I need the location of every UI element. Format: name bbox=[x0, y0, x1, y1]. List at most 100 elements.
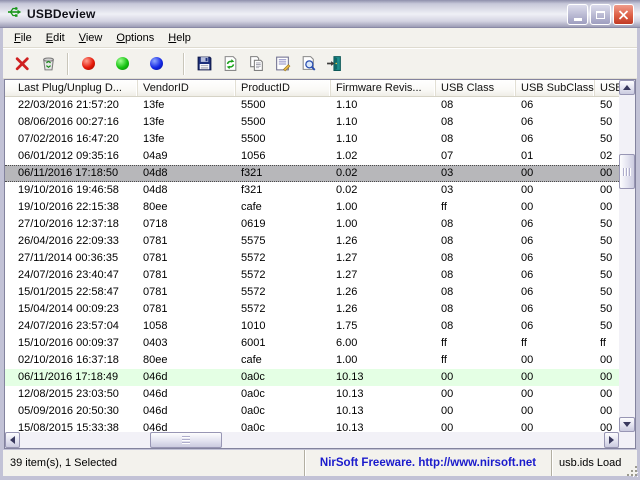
green-ball-button[interactable] bbox=[109, 51, 135, 77]
table-row[interactable]: 24/07/2016 23:40:47078155721.27080650 bbox=[5, 267, 619, 284]
table-cell: 08 bbox=[436, 318, 516, 335]
scroll-up-button[interactable] bbox=[619, 80, 635, 95]
table-cell: 00 bbox=[595, 386, 619, 403]
table-cell: 10.13 bbox=[331, 420, 436, 432]
toolbar-separator bbox=[183, 53, 185, 75]
properties-button[interactable] bbox=[269, 51, 295, 77]
refresh-button[interactable] bbox=[217, 51, 243, 77]
table-cell: 07/02/2016 16:47:20 bbox=[5, 131, 138, 148]
table-row[interactable]: 27/11/2014 00:36:35078155721.27080650 bbox=[5, 250, 619, 267]
table-cell: 06 bbox=[516, 267, 595, 284]
table-cell: 1058 bbox=[138, 318, 236, 335]
menu-edit[interactable]: Edit bbox=[39, 30, 72, 46]
table-row[interactable]: 06/11/2016 17:18:5004d8f3210.02030000 bbox=[5, 165, 619, 182]
table-row[interactable]: 05/09/2016 20:50:30046d0a0c10.13000000 bbox=[5, 403, 619, 420]
horizontal-scrollbar[interactable] bbox=[5, 432, 619, 448]
menu-help[interactable]: Help bbox=[161, 30, 198, 46]
table-body: 22/03/2016 21:57:2013fe55001.1008065008/… bbox=[5, 97, 619, 432]
scroll-down-button[interactable] bbox=[619, 417, 635, 432]
table-cell: 27/11/2014 00:36:35 bbox=[5, 250, 138, 267]
table-row[interactable]: 12/08/2015 23:03:50046d0a0c10.13000000 bbox=[5, 386, 619, 403]
column-header-6[interactable]: USB P... bbox=[595, 80, 619, 97]
table-cell: 02 bbox=[595, 148, 619, 165]
table-cell: 27/10/2016 12:37:18 bbox=[5, 216, 138, 233]
table-row[interactable]: 26/04/2016 22:09:33078155751.26080650 bbox=[5, 233, 619, 250]
uninstall-button[interactable] bbox=[9, 51, 35, 77]
table-row[interactable]: 06/11/2016 17:18:49046d0a0c10.13000000 bbox=[5, 369, 619, 386]
table-cell: 06 bbox=[516, 114, 595, 131]
table-cell: 50 bbox=[595, 284, 619, 301]
find-button[interactable] bbox=[295, 51, 321, 77]
table-cell: 06/11/2016 17:18:49 bbox=[5, 369, 138, 386]
table-row[interactable]: 27/10/2016 12:37:18071806191.00080650 bbox=[5, 216, 619, 233]
table-row[interactable]: 07/02/2016 16:47:2013fe55001.10080650 bbox=[5, 131, 619, 148]
table-row[interactable]: 06/01/2012 09:35:1604a910561.02070102 bbox=[5, 148, 619, 165]
blue-ball-button[interactable] bbox=[143, 51, 169, 77]
save-button[interactable] bbox=[191, 51, 217, 77]
table-row[interactable]: 15/08/2015 15:33:38046d0a0c10.13000000 bbox=[5, 420, 619, 432]
column-header-2[interactable]: ProductID bbox=[236, 80, 331, 97]
table-cell: 00 bbox=[436, 369, 516, 386]
minimize-button[interactable] bbox=[567, 4, 588, 25]
close-button[interactable] bbox=[613, 4, 634, 25]
table-cell: 1.00 bbox=[331, 352, 436, 369]
table-row[interactable]: 15/04/2014 00:09:23078155721.26080650 bbox=[5, 301, 619, 318]
copy-button[interactable] bbox=[243, 51, 269, 77]
table-row[interactable]: 15/01/2015 22:58:47078155721.26080650 bbox=[5, 284, 619, 301]
red-ball-button[interactable] bbox=[75, 51, 101, 77]
column-header-0[interactable]: Last Plug/Unplug D... bbox=[5, 80, 138, 97]
menu-view[interactable]: View bbox=[72, 30, 110, 46]
table-row[interactable]: 19/10/2016 22:15:3880eecafe1.00ff0000 bbox=[5, 199, 619, 216]
menu-options[interactable]: Options bbox=[109, 30, 161, 46]
table-cell: 01 bbox=[516, 148, 595, 165]
table-cell: 06 bbox=[516, 97, 595, 114]
resize-grip[interactable] bbox=[626, 465, 639, 478]
table-cell: 06 bbox=[516, 318, 595, 335]
horizontal-scroll-thumb[interactable] bbox=[150, 432, 222, 448]
menubar: File Edit View Options Help bbox=[3, 28, 637, 48]
maximize-icon bbox=[596, 11, 605, 19]
table-cell: 07 bbox=[436, 148, 516, 165]
table-cell: 08 bbox=[436, 114, 516, 131]
vertical-scrollbar[interactable] bbox=[619, 80, 635, 432]
scroll-right-button[interactable] bbox=[604, 432, 619, 448]
menu-file[interactable]: File bbox=[7, 30, 39, 46]
arrow-down-icon bbox=[623, 422, 631, 431]
application-window: USBDeview File Edit View Options Help bbox=[0, 0, 640, 480]
table-row[interactable]: 24/07/2016 23:57:04105810101.75080650 bbox=[5, 318, 619, 335]
table-cell: 00 bbox=[516, 352, 595, 369]
window-title: USBDeview bbox=[27, 7, 96, 21]
exit-button[interactable] bbox=[321, 51, 347, 77]
green-ball-icon bbox=[116, 57, 129, 70]
table-row[interactable]: 19/10/2016 19:46:5804d8f3210.02030000 bbox=[5, 182, 619, 199]
column-header-3[interactable]: Firmware Revis... bbox=[331, 80, 436, 97]
vertical-scroll-thumb[interactable] bbox=[619, 154, 635, 189]
table-cell: 13fe bbox=[138, 97, 236, 114]
table-cell: 24/07/2016 23:57:04 bbox=[5, 318, 138, 335]
table-row[interactable]: 15/10/2016 00:09:37040360016.00ffffff bbox=[5, 335, 619, 352]
table-cell: 0.02 bbox=[331, 166, 436, 181]
titlebar[interactable]: USBDeview bbox=[0, 0, 640, 28]
column-header-5[interactable]: USB SubClass bbox=[516, 80, 595, 97]
table-cell: 00 bbox=[516, 420, 595, 432]
remove-device-button[interactable] bbox=[35, 51, 61, 77]
table-cell: 08 bbox=[436, 250, 516, 267]
scroll-left-button[interactable] bbox=[5, 432, 20, 448]
table-cell: 03 bbox=[436, 166, 516, 181]
table-cell: 00 bbox=[516, 166, 595, 181]
table-cell: 50 bbox=[595, 233, 619, 250]
table-cell: 04a9 bbox=[138, 148, 236, 165]
table-row[interactable]: 22/03/2016 21:57:2013fe55001.10080650 bbox=[5, 97, 619, 114]
table-cell: 50 bbox=[595, 267, 619, 284]
column-header-1[interactable]: VendorID bbox=[138, 80, 236, 97]
table-cell: 1.00 bbox=[331, 216, 436, 233]
table-cell: 02/10/2016 16:37:18 bbox=[5, 352, 138, 369]
table-cell: 15/10/2016 00:09:37 bbox=[5, 335, 138, 352]
column-header-4[interactable]: USB Class bbox=[436, 80, 516, 97]
table-row[interactable]: 02/10/2016 16:37:1880eecafe1.00ff0000 bbox=[5, 352, 619, 369]
table-row[interactable]: 08/06/2016 00:27:1613fe55001.10080650 bbox=[5, 114, 619, 131]
maximize-button[interactable] bbox=[590, 4, 611, 25]
table-cell: 0a0c bbox=[236, 420, 331, 432]
table-cell: 1010 bbox=[236, 318, 331, 335]
table-cell: 50 bbox=[595, 97, 619, 114]
